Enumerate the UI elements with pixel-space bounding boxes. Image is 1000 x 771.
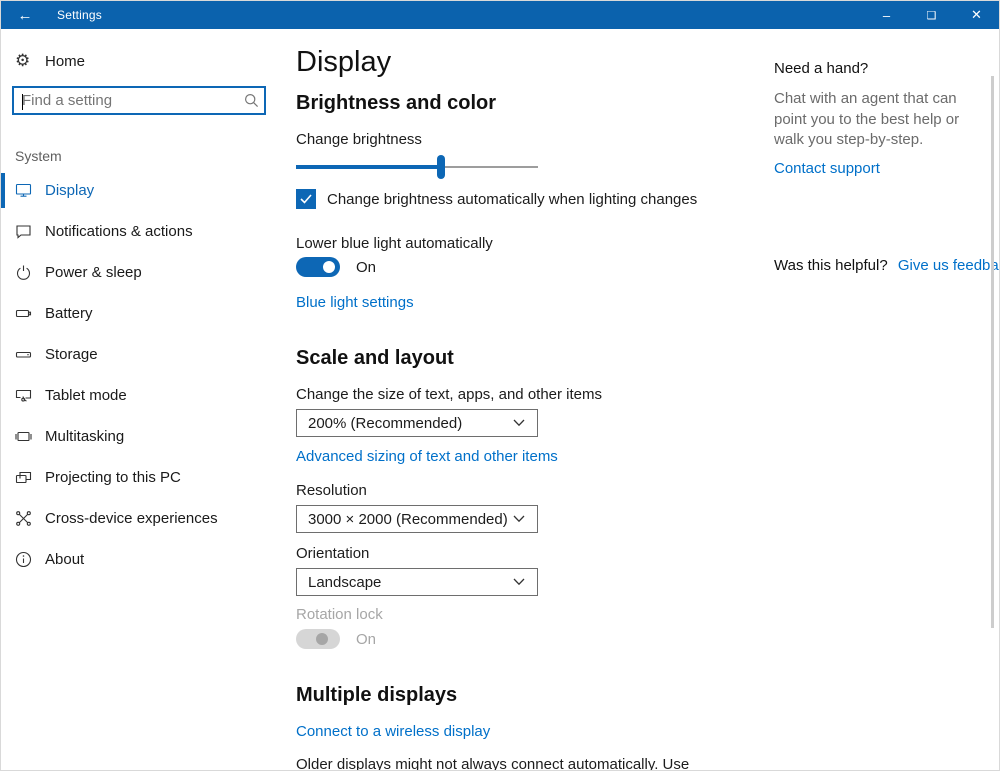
feedback-row: Was this helpful? Give us feedback [774, 257, 984, 274]
rotation-lock-toggle-row: On [296, 629, 376, 649]
scaling-dropdown[interactable]: 200% (Recommended) [296, 409, 538, 437]
settings-window: ← Settings – ❑ ✕ ⚙ Home System [0, 0, 1000, 771]
rotation-lock-toggle [296, 629, 340, 649]
sidebar-section-system: System [15, 148, 62, 164]
sidebar-item-about[interactable]: About [1, 539, 291, 580]
sidebar-item-display[interactable]: Display [1, 170, 291, 211]
close-button[interactable]: ✕ [954, 1, 999, 29]
rotation-lock-label: Rotation lock [296, 606, 383, 623]
chevron-down-icon [513, 515, 525, 523]
minimize-icon: – [883, 8, 890, 23]
advanced-sizing-link[interactable]: Advanced sizing of text and other items [296, 448, 558, 465]
sidebar-item-tablet-mode[interactable]: Tablet mode [1, 375, 291, 416]
scaling-value: 200% (Recommended) [308, 415, 462, 432]
close-icon: ✕ [971, 7, 982, 23]
sidebar-item-label: Display [45, 182, 94, 199]
sidebar-item-notifications[interactable]: Notifications & actions [1, 211, 291, 252]
help-body: Chat with an agent that can point you to… [774, 89, 979, 151]
gear-icon: ⚙ [15, 53, 31, 69]
toggle-knob [323, 261, 335, 273]
checkbox-checked-icon[interactable] [296, 189, 316, 209]
back-button[interactable]: ← [1, 1, 49, 29]
sidebar-nav: Display Notifications & actions Power & … [1, 170, 291, 580]
sidebar-item-power-sleep[interactable]: Power & sleep [1, 252, 291, 293]
blue-light-toggle[interactable] [296, 257, 340, 277]
resolution-label: Resolution [296, 482, 367, 499]
main-content: Display Brightness and color Change brig… [296, 29, 746, 770]
rotation-lock-state: On [356, 631, 376, 648]
orientation-dropdown[interactable]: Landscape [296, 568, 538, 596]
detect-text: Older displays might not always connect … [296, 756, 696, 771]
chevron-down-icon [513, 419, 525, 427]
sidebar-item-label: About [45, 551, 84, 568]
help-panel: Need a hand? Chat with an agent that can… [774, 60, 979, 178]
sidebar-item-label: Power & sleep [45, 264, 142, 281]
projecting-icon [15, 469, 32, 486]
titlebar: ← Settings – ❑ ✕ [1, 1, 999, 29]
storage-icon [15, 346, 32, 363]
section-brightness-title: Brightness and color [296, 92, 496, 115]
auto-brightness-checkbox-row[interactable]: Change brightness automatically when lig… [296, 189, 697, 209]
blue-light-state: On [356, 259, 376, 276]
brightness-slider-thumb[interactable] [437, 155, 445, 179]
blue-light-label: Lower blue light automatically [296, 235, 493, 252]
brightness-slider[interactable] [296, 154, 538, 180]
orientation-label: Orientation [296, 545, 369, 562]
search-input[interactable] [14, 88, 238, 113]
maximize-button[interactable]: ❑ [909, 1, 954, 29]
sidebar-item-projecting[interactable]: Projecting to this PC [1, 457, 291, 498]
sidebar-item-label: Tablet mode [45, 387, 127, 404]
sidebar-item-battery[interactable]: Battery [1, 293, 291, 334]
battery-icon [15, 305, 32, 322]
contact-support-link[interactable]: Contact support [774, 160, 880, 177]
feedback-prompt: Was this helpful? [774, 257, 888, 274]
sidebar-item-cross-device[interactable]: Cross-device experiences [1, 498, 291, 539]
section-multiple-displays-title: Multiple displays [296, 684, 457, 707]
display-icon [15, 182, 32, 199]
power-icon [15, 264, 32, 281]
sidebar-item-home[interactable]: ⚙ Home [1, 46, 85, 76]
sidebar-item-storage[interactable]: Storage [1, 334, 291, 375]
brightness-slider-label: Change brightness [296, 131, 422, 148]
page-title: Display [296, 46, 391, 79]
give-feedback-link[interactable]: Give us feedback [898, 257, 1000, 274]
auto-brightness-label: Change brightness automatically when lig… [327, 191, 697, 208]
toggle-knob [316, 633, 328, 645]
sidebar-item-label: Storage [45, 346, 98, 363]
search-box[interactable] [12, 86, 266, 115]
notifications-icon [15, 223, 32, 240]
wireless-display-link[interactable]: Connect to a wireless display [296, 723, 490, 740]
tablet-icon [15, 387, 32, 404]
resolution-value: 3000 × 2000 (Recommended) [308, 511, 508, 528]
back-arrow-icon: ← [18, 7, 33, 24]
blue-light-toggle-row[interactable]: On [296, 257, 376, 277]
window-title: Settings [57, 8, 102, 22]
sidebar-item-multitasking[interactable]: Multitasking [1, 416, 291, 457]
help-title: Need a hand? [774, 60, 979, 77]
chevron-down-icon [513, 578, 525, 586]
maximize-icon: ❑ [927, 9, 937, 22]
section-scale-title: Scale and layout [296, 347, 454, 370]
home-label: Home [45, 53, 85, 70]
sidebar-item-label: Projecting to this PC [45, 469, 181, 486]
blue-light-settings-link[interactable]: Blue light settings [296, 294, 414, 311]
brightness-slider-fill [296, 165, 441, 169]
sidebar-item-label: Cross-device experiences [45, 510, 218, 527]
scaling-label: Change the size of text, apps, and other… [296, 386, 602, 403]
vertical-scrollbar[interactable] [991, 76, 994, 628]
sidebar-item-label: Multitasking [45, 428, 124, 445]
search-icon[interactable] [238, 93, 264, 108]
sidebar-item-label: Battery [45, 305, 93, 322]
orientation-value: Landscape [308, 574, 381, 591]
cross-device-icon [15, 510, 32, 527]
multitasking-icon [15, 428, 32, 445]
resolution-dropdown[interactable]: 3000 × 2000 (Recommended) [296, 505, 538, 533]
sidebar: ⚙ Home System Display No [1, 29, 291, 770]
minimize-button[interactable]: – [864, 1, 909, 29]
window-controls: – ❑ ✕ [864, 1, 999, 29]
sidebar-item-label: Notifications & actions [45, 223, 193, 240]
about-icon [15, 551, 32, 568]
selected-indicator [1, 173, 5, 208]
